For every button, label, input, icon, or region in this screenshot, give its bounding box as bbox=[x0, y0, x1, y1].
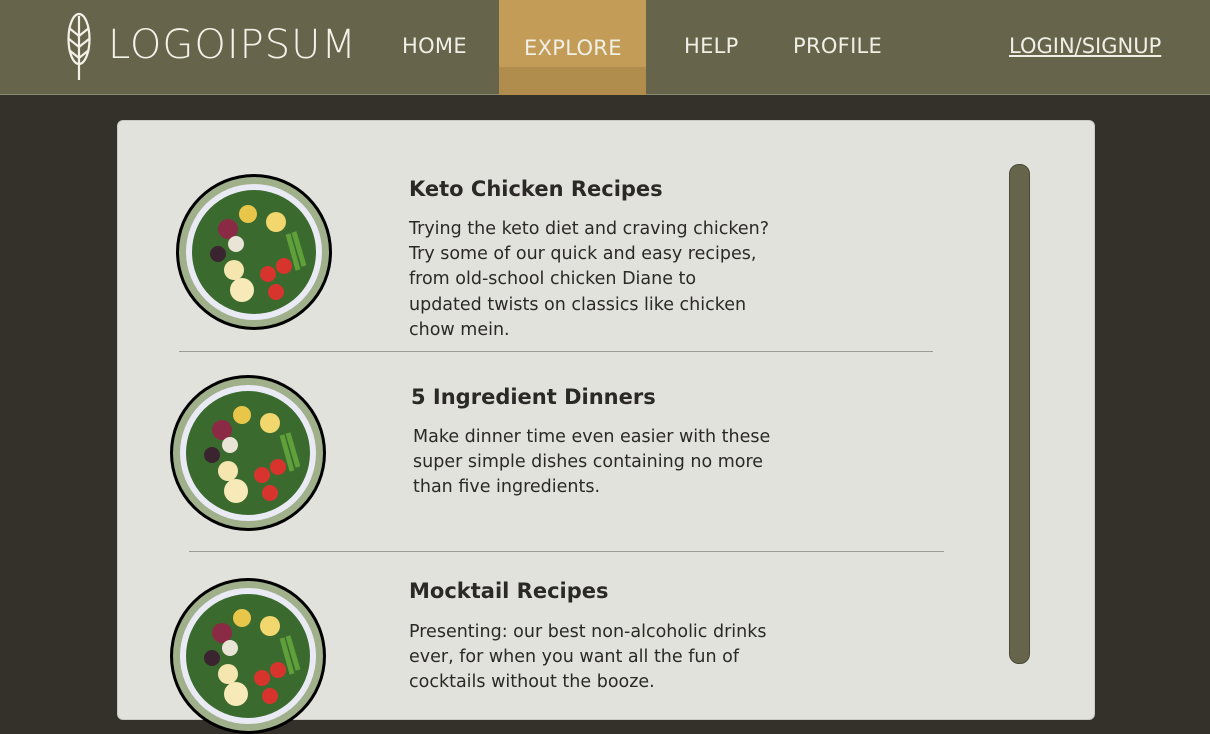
salad-bowl-image[interactable] bbox=[170, 375, 326, 531]
salad-bowl-image[interactable] bbox=[170, 578, 326, 734]
wheat-logo-icon[interactable] bbox=[66, 12, 92, 84]
nav-explore[interactable]: EXPLORE bbox=[524, 36, 622, 60]
salad-bowl-image[interactable] bbox=[176, 174, 332, 330]
nav-help[interactable]: HELP bbox=[684, 34, 739, 58]
nav-home[interactable]: HOME bbox=[402, 34, 467, 58]
nav-profile[interactable]: PROFILE bbox=[793, 34, 882, 58]
divider bbox=[179, 351, 933, 352]
login-signup-link[interactable]: LOGIN/SIGNUP bbox=[1009, 34, 1161, 58]
item-title[interactable]: 5 Ingredient Dinners bbox=[411, 385, 656, 409]
item-title[interactable]: Mocktail Recipes bbox=[409, 579, 609, 603]
brand-name[interactable]: LOGOIPSUM bbox=[108, 22, 357, 68]
top-navigation-bar: LOGOIPSUM HOME EXPLORE HELP PROFILE LOGI… bbox=[0, 0, 1210, 95]
item-title[interactable]: Keto Chicken Recipes bbox=[409, 177, 663, 201]
divider bbox=[189, 551, 944, 552]
item-description: Presenting: our best non-alcoholic drink… bbox=[409, 622, 767, 693]
vertical-scrollbar[interactable] bbox=[1009, 164, 1030, 664]
item-description: Make dinner time even easier with these … bbox=[413, 427, 771, 498]
item-description: Trying the keto diet and craving chicken… bbox=[409, 219, 770, 340]
